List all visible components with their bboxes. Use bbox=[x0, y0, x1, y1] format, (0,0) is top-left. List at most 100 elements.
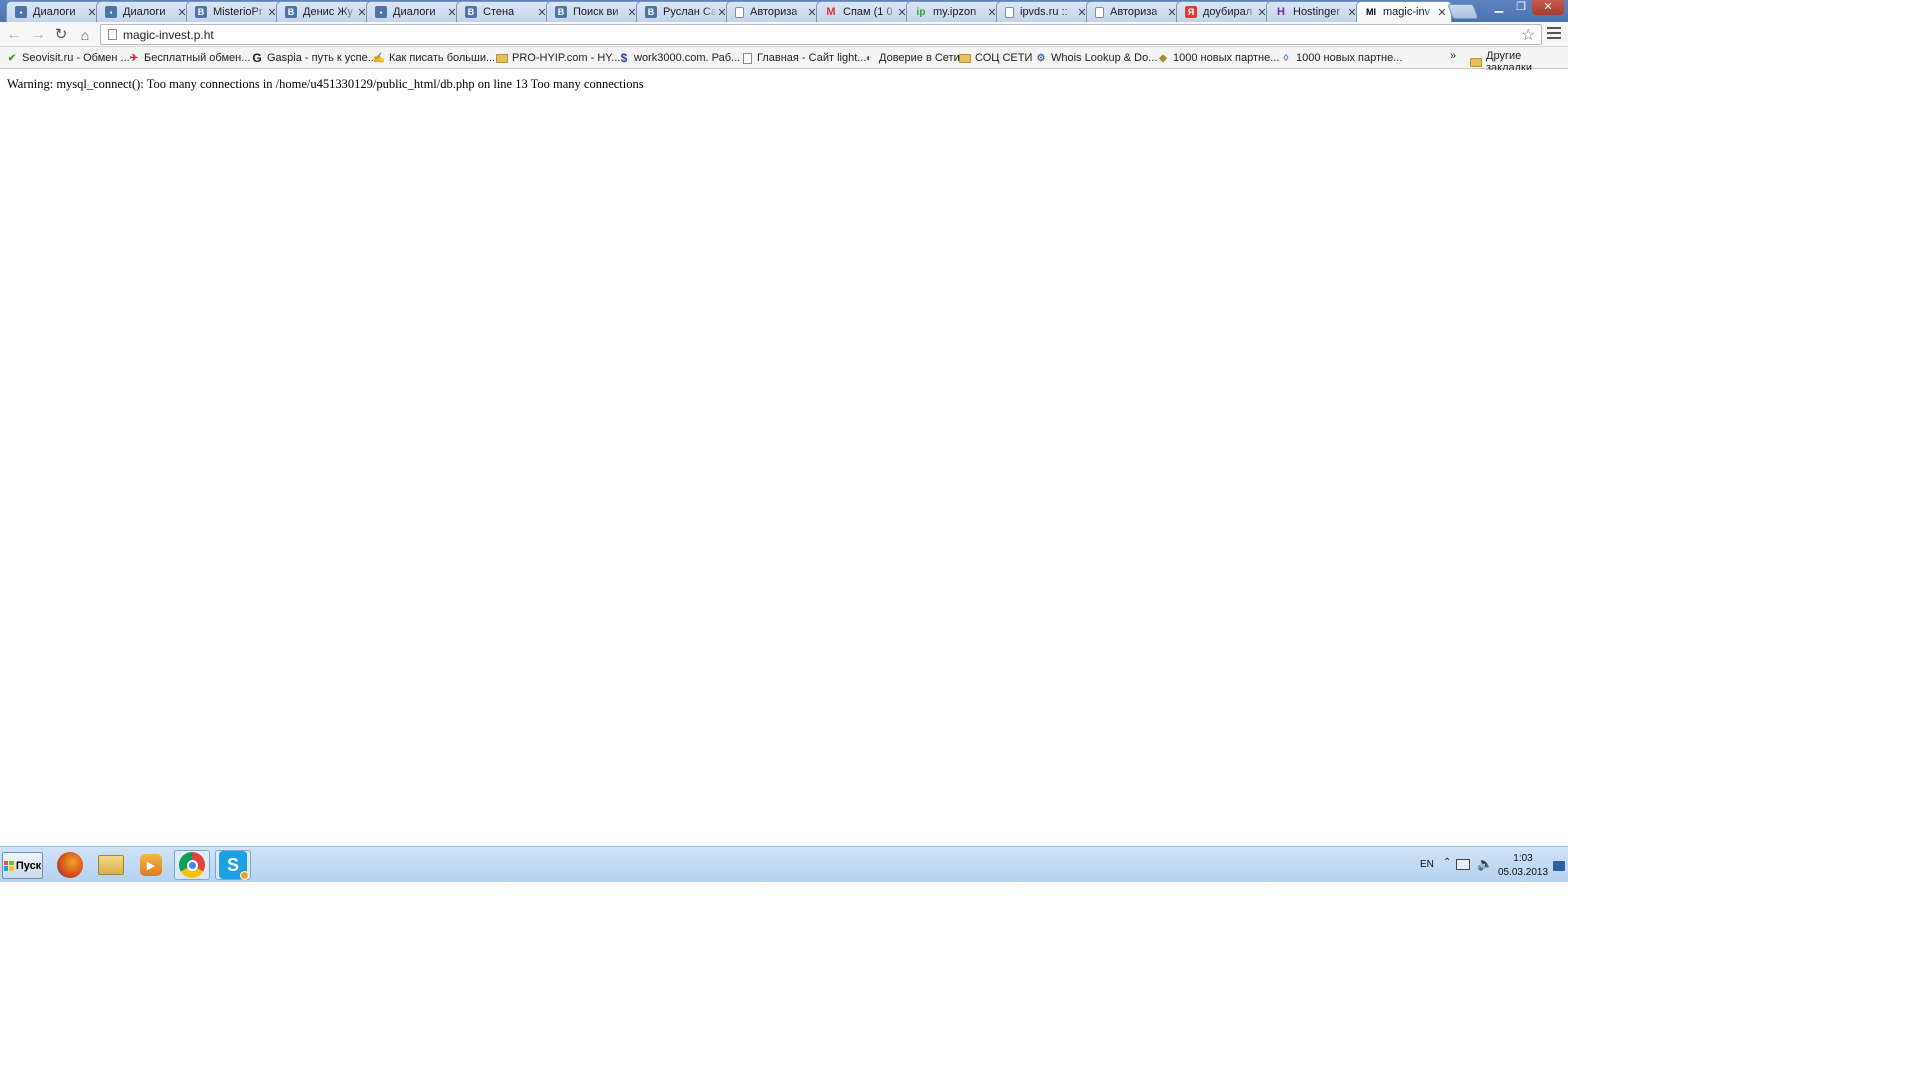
whois-icon: ⚙ bbox=[1036, 52, 1046, 64]
home-button[interactable]: ⌂ bbox=[75, 25, 95, 45]
back-button[interactable]: ← bbox=[4, 25, 24, 45]
taskbar-skype[interactable]: S bbox=[215, 850, 251, 880]
tab[interactable]: B MisterioPr ✕ bbox=[186, 1, 282, 22]
volume-icon[interactable]: 🔈 bbox=[1477, 856, 1493, 872]
firefox-icon bbox=[57, 852, 83, 878]
page-icon bbox=[108, 29, 117, 40]
chat-icon: ▪ bbox=[105, 6, 117, 18]
page-icon bbox=[1005, 6, 1014, 18]
taskbar-explorer[interactable] bbox=[93, 850, 129, 880]
bookmark-item[interactable]: ◐ Доверие в Сети bbox=[863, 50, 960, 66]
tab[interactable]: Я доубирал ✕ bbox=[1176, 1, 1272, 22]
tab[interactable]: ipvds.ru :: ✕ bbox=[996, 1, 1092, 22]
bookmark-label: 1000 новых партне... bbox=[1296, 52, 1403, 64]
bookmark-item[interactable]: G Gaspia - путь к успе... bbox=[251, 50, 377, 66]
tab-title: Hostinger bbox=[1293, 6, 1341, 18]
reload-button[interactable]: ↻ bbox=[51, 25, 71, 45]
tab[interactable]: ▪ Диалоги ✕ bbox=[96, 1, 192, 22]
network-icon[interactable] bbox=[1456, 859, 1470, 870]
gold-icon: ◆ bbox=[1159, 52, 1167, 64]
folder-icon bbox=[959, 52, 971, 64]
forward-button[interactable]: → bbox=[28, 25, 48, 45]
diamond-icon: ◊ bbox=[1283, 52, 1289, 64]
show-desktop-button[interactable] bbox=[1553, 861, 1565, 871]
tab-title: Диалоги bbox=[123, 6, 166, 18]
tab[interactable]: ip my.ipzon ✕ bbox=[906, 1, 1002, 22]
start-label: Пуск bbox=[15, 859, 42, 872]
tab[interactable]: B Руслан Са ✕ bbox=[636, 1, 732, 22]
bookmarks-overflow-button[interactable]: » bbox=[1450, 50, 1456, 62]
bookmark-item[interactable]: Главная - Сайт light... bbox=[741, 50, 866, 66]
bookmark-label: СОЦ СЕТИ bbox=[975, 52, 1033, 64]
bookmark-item[interactable]: ◊ 1000 новых партне... bbox=[1280, 50, 1403, 66]
bookmark-item[interactable]: PRO-HYIP.com - HY... bbox=[496, 50, 620, 66]
tab[interactable]: ▪ Диалоги ✕ bbox=[6, 1, 102, 22]
taskbar-firefox[interactable] bbox=[52, 850, 88, 880]
close-icon[interactable]: ✕ bbox=[1437, 6, 1447, 19]
tab[interactable]: H Hostinger ✕ bbox=[1266, 1, 1362, 22]
tab-title: magic-inv bbox=[1383, 6, 1431, 18]
taskbar-media-player[interactable]: ▶ bbox=[133, 850, 169, 880]
tab[interactable]: M Спам (1 0 ✕ bbox=[816, 1, 912, 22]
bookmark-label: PRO-HYIP.com - HY... bbox=[512, 52, 621, 64]
start-button[interactable]: Пуск bbox=[2, 852, 43, 879]
error-warning-text: Warning: mysql_connect(): Too many conne… bbox=[7, 77, 644, 91]
browser-toolbar: ← → ↻ ⌂ magic-invest.p.ht ☆ bbox=[0, 22, 1568, 47]
bookmark-label: work3000.com. Раб... bbox=[634, 52, 741, 64]
mi-icon: MI bbox=[1366, 7, 1376, 17]
gmail-icon: M bbox=[826, 6, 836, 18]
menu-icon[interactable] bbox=[1547, 27, 1561, 42]
bookmark-item[interactable]: ✍ Как писать больши... bbox=[373, 50, 495, 66]
skype-icon: S bbox=[219, 851, 249, 880]
tab[interactable]: Авториза ✕ bbox=[726, 1, 822, 22]
tab-title: доубирал bbox=[1203, 6, 1253, 18]
new-tab-button[interactable] bbox=[1447, 4, 1479, 19]
bookmark-item[interactable]: $ work3000.com. Раб... bbox=[618, 50, 741, 66]
dollar-icon: $ bbox=[620, 51, 628, 65]
maximize-button[interactable]: ❐ bbox=[1510, 0, 1532, 15]
tab-active[interactable]: MI magic-inv ✕ bbox=[1356, 1, 1452, 22]
bookmark-label: 1000 новых партне... bbox=[1173, 52, 1280, 64]
star-icon[interactable]: ☆ bbox=[1521, 25, 1535, 45]
minimize-button[interactable]: ▁ bbox=[1488, 0, 1510, 15]
vk-icon: B bbox=[195, 6, 207, 18]
show-hidden-icons-button[interactable]: ⌃ bbox=[1443, 857, 1451, 868]
vk-icon: B bbox=[645, 6, 657, 18]
address-bar[interactable]: magic-invest.p.ht ☆ bbox=[100, 24, 1542, 45]
clock[interactable]: 1:03 05.03.2013 bbox=[1494, 852, 1552, 880]
taskbar: Пуск ▶ S EN ⌃ 🔈 1:03 05.03.2013 bbox=[0, 846, 1568, 882]
tab-title: Авториза bbox=[1110, 6, 1158, 18]
bookmark-label: Seovisit.ru - Обмен ... bbox=[22, 52, 130, 64]
url-text[interactable]: magic-invest.p.ht bbox=[123, 28, 214, 42]
vk-icon: B bbox=[285, 6, 297, 18]
chat-icon: ▪ bbox=[15, 6, 27, 18]
yandex-icon: Я bbox=[1185, 6, 1197, 18]
close-window-button[interactable]: ✕ bbox=[1532, 0, 1564, 15]
bookmark-item[interactable]: ✈ Бесплатный обмен... bbox=[128, 50, 251, 66]
vk-icon: B bbox=[465, 6, 477, 18]
bookmarks-bar: ✔ Seovisit.ru - Обмен ... ✈ Бесплатный о… bbox=[0, 47, 1568, 74]
bookmark-label: Доверие в Сети bbox=[879, 52, 960, 64]
clock-date: 05.03.2013 bbox=[1497, 867, 1549, 878]
bookmark-folder[interactable]: СОЦ СЕТИ bbox=[959, 50, 1032, 66]
tab-title: Спам (1 0 bbox=[843, 6, 893, 18]
bookmark-item[interactable]: ◆ 1000 новых партне... bbox=[1157, 50, 1279, 66]
bookmark-item[interactable]: ✔ Seovisit.ru - Обмен ... bbox=[6, 50, 130, 66]
plane-icon: ✈ bbox=[129, 52, 139, 64]
tab-title: MisterioPr bbox=[213, 6, 263, 18]
tab-title: Диалоги bbox=[33, 6, 76, 18]
tab[interactable]: ▪ Диалоги ✕ bbox=[366, 1, 462, 22]
bookmark-label: Главная - Сайт light... bbox=[757, 52, 867, 64]
chat-icon: ▪ bbox=[375, 6, 387, 18]
pro-icon bbox=[496, 52, 508, 64]
tab[interactable]: B Денис Жу ✕ bbox=[276, 1, 372, 22]
language-indicator[interactable]: EN bbox=[1420, 859, 1434, 870]
bookmark-label: Whois Lookup & Do... bbox=[1051, 52, 1158, 64]
tab[interactable]: Авториза ✕ bbox=[1086, 1, 1182, 22]
tab-title: my.ipzon bbox=[933, 6, 977, 18]
taskbar-chrome[interactable] bbox=[174, 850, 210, 880]
tab[interactable]: B Стена ✕ bbox=[456, 1, 552, 22]
bookmark-item[interactable]: ⚙ Whois Lookup & Do... bbox=[1035, 50, 1158, 66]
tab[interactable]: B Поиск ви ✕ bbox=[546, 1, 642, 22]
g-icon: G bbox=[252, 51, 262, 65]
